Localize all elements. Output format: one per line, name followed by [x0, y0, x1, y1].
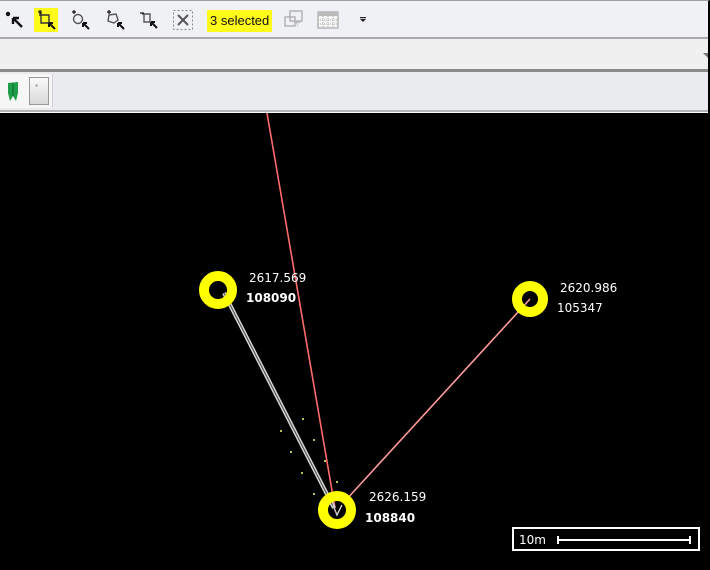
point-p1-code: 108090 — [246, 291, 297, 305]
point-p3-elevation: 2626.159 — [369, 490, 427, 504]
red-line[interactable] — [266, 113, 336, 509]
scale-bar: 10m — [512, 527, 700, 551]
attribute-table-button[interactable] — [316, 8, 340, 32]
rectangle-select-icon — [140, 12, 158, 29]
select-vertex-tool[interactable] — [34, 8, 58, 32]
pink-line[interactable] — [344, 298, 531, 502]
map-graphics — [199, 113, 548, 529]
scale-bar-label: 10m — [519, 533, 546, 547]
app-window: 3 selected * 2617.569 108090 2620.986 10… — [0, 0, 710, 570]
select-rectangle-tool[interactable] — [137, 8, 161, 32]
blank-layer-icon[interactable]: * — [29, 77, 49, 105]
map-canvas[interactable]: 2617.569 108090 2620.986 105347 2626.159… — [0, 113, 708, 568]
vertex-dot — [301, 472, 303, 474]
clear-selection-tool[interactable] — [171, 8, 195, 32]
point-marker-p1[interactable] — [199, 271, 237, 309]
secondary-toolbar — [0, 39, 708, 72]
select-circle-tool[interactable] — [68, 8, 92, 32]
layer-bar: * — [0, 72, 708, 112]
point-p2-elevation: 2620.986 — [560, 281, 618, 295]
vertex-dot — [280, 430, 282, 432]
green-layer-icon[interactable] — [6, 81, 20, 103]
clear-selection-icon — [173, 10, 193, 30]
secondary-toolbar-arrow-icon[interactable] — [703, 53, 708, 58]
vertex-dot — [313, 439, 315, 441]
select-point-tool[interactable] — [3, 8, 27, 32]
zoom-to-selection-button[interactable] — [282, 8, 306, 32]
point-p2-code: 105347 — [557, 301, 603, 315]
point-p3-code: 108840 — [365, 511, 416, 525]
zoom-to-selection-icon — [284, 10, 303, 28]
vertex-dot — [290, 451, 292, 453]
chevron-down-icon — [360, 17, 366, 22]
vertex-dot — [302, 418, 304, 420]
scale-bar-line — [557, 536, 691, 544]
point-select-icon — [5, 11, 23, 28]
toolbar-overflow-dropdown[interactable] — [351, 8, 375, 32]
circle-select-icon — [72, 10, 90, 30]
vertex-dot — [324, 460, 326, 462]
point-marker-p3[interactable] — [318, 491, 356, 529]
layer-panel: * — [0, 74, 53, 108]
selection-count-badge: 3 selected — [207, 10, 273, 32]
select-polygon-tool[interactable] — [103, 8, 127, 32]
table-icon — [317, 11, 339, 29]
polygon-select-icon — [107, 10, 125, 30]
vertex-dot — [336, 481, 338, 483]
vertex-dot — [313, 493, 315, 495]
vertex-select-icon — [38, 10, 56, 30]
gray-line-inner — [223, 292, 335, 509]
point-p1-elevation: 2617.569 — [249, 271, 307, 285]
selection-toolbar: 3 selected — [0, 1, 708, 39]
